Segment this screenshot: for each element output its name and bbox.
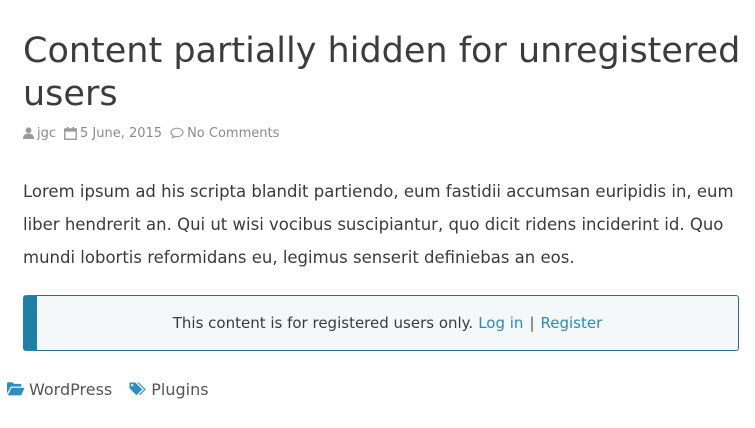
- restricted-content-notice: This content is for registered users onl…: [23, 295, 739, 351]
- post-body: Lorem ipsum ad his scripta blandit parti…: [23, 182, 734, 267]
- register-link[interactable]: Register: [541, 314, 603, 332]
- user-icon: [23, 127, 34, 139]
- folder-open-icon: [7, 382, 25, 396]
- tags-icon: [129, 382, 147, 397]
- category-link[interactable]: WordPress: [29, 380, 112, 399]
- calendar-icon: [64, 126, 77, 140]
- post-tags: Plugins: [129, 380, 209, 399]
- post-meta: jgc 5 June, 2015 No Comments: [23, 124, 287, 142]
- meta-date: 5 June, 2015: [64, 126, 162, 141]
- login-link[interactable]: Log in: [478, 314, 523, 332]
- meta-author: jgc: [23, 126, 56, 141]
- comments-link[interactable]: No Comments: [187, 126, 279, 141]
- author-link[interactable]: jgc: [37, 126, 56, 141]
- post-category: WordPress: [7, 380, 112, 399]
- comment-icon: [170, 127, 184, 139]
- post-taxonomy: WordPress Plugins: [7, 378, 226, 400]
- notice-message: This content is for registered users onl…: [172, 314, 474, 332]
- post-date: 5 June, 2015: [80, 125, 163, 141]
- tag-link[interactable]: Plugins: [151, 380, 208, 399]
- notice-separator: |: [529, 314, 535, 332]
- meta-comments: No Comments: [170, 126, 279, 141]
- post-title: Content partially hidden for unregistere…: [23, 31, 741, 114]
